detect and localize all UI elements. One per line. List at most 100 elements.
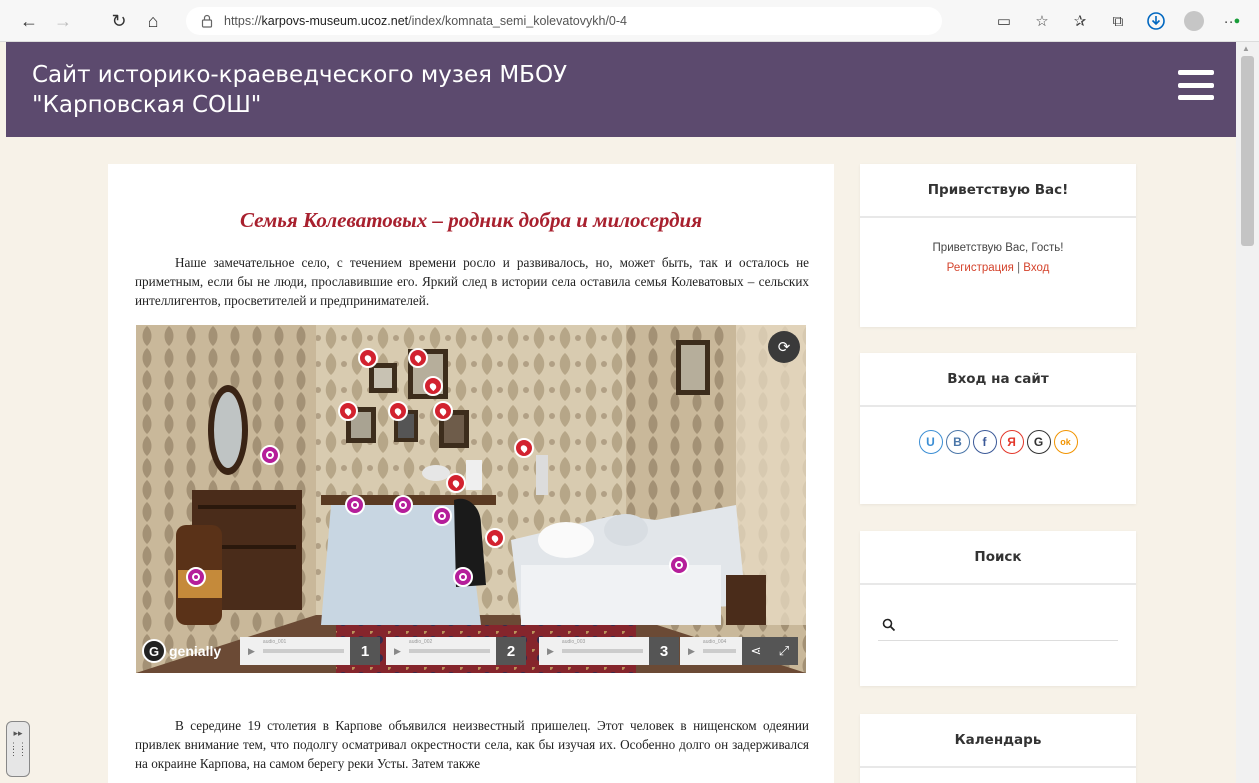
- audio-file-label: audio_001: [262, 639, 287, 645]
- play-icon[interactable]: ▶: [394, 646, 401, 657]
- audio-track[interactable]: audio_004: [702, 639, 736, 653]
- odnoklassniki-login-icon[interactable]: ok: [1053, 430, 1078, 454]
- view-hotspot-icon[interactable]: [669, 555, 689, 575]
- menu-icon[interactable]: [1178, 70, 1214, 100]
- url-text: https://karpovs-museum.ucoz.net/index/ko…: [224, 14, 627, 28]
- expand-icon: ▸▸: [13, 728, 23, 738]
- unlock-icon[interactable]: ⟳: [768, 331, 800, 363]
- calendar-widget: Календарь: [860, 714, 1136, 783]
- reload-icon[interactable]: ↻: [104, 6, 134, 36]
- browser-toolbar: ← → ↻ ⌂ https://karpovs-museum.ucoz.net/…: [0, 0, 1259, 42]
- yandex-login-icon[interactable]: Я: [999, 430, 1024, 454]
- site-title[interactable]: Сайт историко-краеведческого музея МБОУ …: [32, 60, 732, 120]
- play-icon[interactable]: ▶: [547, 646, 554, 657]
- back-icon[interactable]: ←: [14, 6, 44, 36]
- welcome-widget: Приветствую Вас! Приветствую Вас, Гость!…: [860, 164, 1136, 327]
- download-icon[interactable]: [1141, 6, 1171, 36]
- greeting-text: Приветствую Вас, Гость!: [932, 242, 1064, 254]
- facebook-login-icon[interactable]: f: [972, 430, 997, 454]
- collections-icon[interactable]: ⧉: [1103, 6, 1133, 36]
- search-widget: Поиск: [860, 531, 1136, 686]
- auth-separator: |: [1013, 262, 1024, 274]
- audio-track[interactable]: audio_001: [262, 639, 344, 653]
- address-bar[interactable]: https://karpovs-museum.ucoz.net/index/ko…: [186, 7, 942, 35]
- info-hotspot-icon[interactable]: [358, 348, 378, 368]
- info-hotspot-icon[interactable]: [388, 401, 408, 421]
- info-hotspot-icon[interactable]: [423, 376, 443, 396]
- register-link[interactable]: Регистрация: [947, 262, 1014, 274]
- fullscreen-icon[interactable]: ⤢: [770, 637, 798, 665]
- audio-number-badge: 2: [496, 637, 526, 665]
- profile-avatar[interactable]: [1179, 6, 1209, 36]
- view-hotspot-icon[interactable]: [345, 495, 365, 515]
- info-hotspot-icon[interactable]: [433, 401, 453, 421]
- audio-file-label: audio_003: [561, 639, 586, 645]
- audio-player[interactable]: ▶ audio_004: [680, 637, 742, 665]
- login-link[interactable]: Вход: [1023, 262, 1049, 274]
- auth-links: Регистрация | Вход: [860, 262, 1136, 274]
- google-login-icon[interactable]: G: [1026, 430, 1051, 454]
- article-paragraph: В середине 19 столетия в Карпове объявил…: [135, 718, 809, 771]
- add-favorite-icon[interactable]: ☆: [1027, 6, 1057, 36]
- home-icon[interactable]: ⌂: [138, 6, 168, 36]
- login-widget: Вход на сайт U В f Я G ok: [860, 353, 1136, 504]
- search-input[interactable]: [904, 617, 1104, 637]
- audio-player[interactable]: ▶ audio_002: [386, 637, 496, 665]
- search-icon[interactable]: [882, 618, 896, 635]
- view-hotspot-icon[interactable]: [186, 567, 206, 587]
- info-hotspot-icon[interactable]: [338, 401, 358, 421]
- widget-title: Календарь: [860, 714, 1136, 768]
- view-hotspot-icon[interactable]: [393, 495, 413, 515]
- audio-file-label: audio_002: [408, 639, 433, 645]
- share-icon[interactable]: ⋖: [742, 637, 770, 665]
- more-menu-icon[interactable]: ·· ●: [1217, 6, 1247, 36]
- page-scrollbar[interactable]: ▲: [1236, 42, 1259, 783]
- read-aloud-icon[interactable]: ▭: [989, 6, 1019, 36]
- info-hotspot-icon[interactable]: [446, 473, 466, 493]
- audio-player-2[interactable]: ▶ audio_002 2: [386, 637, 526, 665]
- room-photo: [136, 325, 806, 673]
- article-paragraph: Наше замечательное село, с течением врем…: [135, 255, 809, 308]
- favorites-icon[interactable]: ✰: [1065, 6, 1095, 36]
- audio-player-3[interactable]: ▶ audio_003 3: [539, 637, 679, 665]
- audio-track[interactable]: audio_002: [408, 639, 490, 653]
- vk-login-icon[interactable]: В: [945, 430, 970, 454]
- info-hotspot-icon[interactable]: [514, 438, 534, 458]
- widget-title: Приветствую Вас!: [860, 164, 1136, 218]
- audio-track[interactable]: audio_003: [561, 639, 643, 653]
- site-title-line2: "Карповская СОШ": [32, 92, 262, 118]
- scroll-thumb[interactable]: [1241, 56, 1254, 246]
- audio-player-4[interactable]: ▶ audio_004: [680, 637, 742, 665]
- audio-number-badge: 1: [350, 637, 380, 665]
- forward-icon[interactable]: →: [48, 6, 78, 36]
- side-panel-handle[interactable]: ▸▸ ⋮⋮ ⋮⋮: [6, 721, 30, 777]
- interactive-room-image[interactable]: ⟳ G genially ▶ audio_001 1 ▶ audio_002 2 ▶…: [136, 325, 806, 673]
- view-hotspot-icon[interactable]: [260, 445, 280, 465]
- audio-player-1[interactable]: ▶ audio_001 1: [240, 637, 380, 665]
- view-hotspot-icon[interactable]: [453, 567, 473, 587]
- article-title: Семья Колеватовых – родник добра и милос…: [239, 208, 703, 232]
- scroll-up-icon[interactable]: ▲: [1242, 44, 1250, 53]
- view-hotspot-icon[interactable]: [432, 506, 452, 526]
- grip-icon: ⋮⋮ ⋮⋮: [9, 741, 27, 757]
- uid-login-icon[interactable]: U: [918, 430, 943, 454]
- social-login-buttons: U В f Я G ok: [860, 430, 1136, 454]
- genially-controls: ⋖ ⤢: [742, 637, 798, 665]
- info-hotspot-icon[interactable]: [408, 348, 428, 368]
- genially-logo[interactable]: G genially: [142, 639, 221, 663]
- browser-right-icons: ▭ ☆ ✰ ⧉ ·· ●: [989, 6, 1247, 36]
- lock-icon: [200, 14, 214, 28]
- genially-g-icon: G: [142, 639, 166, 663]
- site-header: Сайт историко-краеведческого музея МБОУ …: [6, 42, 1236, 137]
- play-icon[interactable]: ▶: [248, 646, 255, 657]
- audio-player[interactable]: ▶ audio_003: [539, 637, 649, 665]
- search-row: [878, 615, 1118, 641]
- widget-title: Вход на сайт: [860, 353, 1136, 407]
- audio-number-badge: 3: [649, 637, 679, 665]
- genially-logo-text: genially: [169, 643, 222, 659]
- widget-title: Поиск: [860, 531, 1136, 585]
- play-icon[interactable]: ▶: [688, 646, 695, 657]
- info-hotspot-icon[interactable]: [485, 528, 505, 548]
- audio-player[interactable]: ▶ audio_001: [240, 637, 350, 665]
- site-title-line1: Сайт историко-краеведческого музея МБОУ: [32, 62, 568, 88]
